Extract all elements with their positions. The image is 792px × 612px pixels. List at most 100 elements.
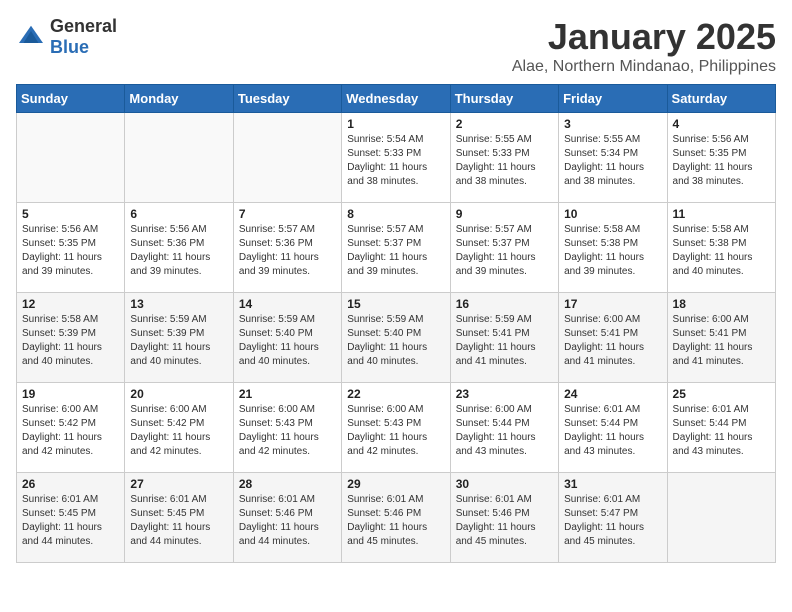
day-info: Sunrise: 5:58 AMSunset: 5:38 PMDaylight:… (673, 223, 770, 279)
day-info: Sunrise: 5:58 AMSunset: 5:39 PMDaylight:… (22, 313, 119, 369)
calendar-cell: 7 Sunrise: 5:57 AMSunset: 5:36 PMDaylight… (233, 203, 341, 293)
calendar-cell: 28 Sunrise: 6:01 AMSunset: 5:46 PMDayligh… (233, 473, 341, 563)
day-number: 29 (347, 477, 444, 491)
day-info: Sunrise: 5:58 AMSunset: 5:38 PMDaylight:… (564, 223, 661, 279)
calendar-cell: 6 Sunrise: 5:56 AMSunset: 5:36 PMDaylight… (125, 203, 233, 293)
day-info: Sunrise: 5:57 AMSunset: 5:36 PMDaylight:… (239, 223, 336, 279)
day-number: 3 (564, 117, 661, 131)
day-number: 1 (347, 117, 444, 131)
day-info: Sunrise: 6:01 AMSunset: 5:45 PMDaylight:… (22, 493, 119, 549)
logo: General Blue (16, 16, 117, 58)
day-info: Sunrise: 5:56 AMSunset: 5:35 PMDaylight:… (22, 223, 119, 279)
day-info: Sunrise: 5:54 AMSunset: 5:33 PMDaylight:… (347, 133, 444, 189)
calendar-cell: 12Sunrise: 5:58 AMSunset: 5:39 PMDayligh… (17, 293, 125, 383)
calendar-cell (125, 113, 233, 203)
day-number: 7 (239, 207, 336, 221)
calendar-cell: 27Sunrise: 6:01 AMSunset: 5:45 PMDayligh… (125, 473, 233, 563)
calendar-cell: 5 Sunrise: 5:56 AMSunset: 5:35 PMDaylight… (17, 203, 125, 293)
title-area: January 2025 Alae, Northern Mindanao, Ph… (512, 16, 776, 76)
day-number: 31 (564, 477, 661, 491)
day-info: Sunrise: 6:00 AMSunset: 5:43 PMDaylight:… (347, 403, 444, 459)
calendar-cell: 19 Sunrise: 6:00 AMSunset: 5:42 PMDayligh… (17, 383, 125, 473)
calendar-cell: 9 Sunrise: 5:57 AMSunset: 5:37 PMDaylight… (450, 203, 558, 293)
calendar-cell: 31 Sunrise: 6:01 AMSunset: 5:47 PMDayligh… (559, 473, 667, 563)
logo-general: General (50, 16, 117, 36)
day-info: Sunrise: 6:01 AMSunset: 5:46 PMDaylight:… (347, 493, 444, 549)
day-number: 2 (456, 117, 553, 131)
days-header-row: SundayMondayTuesdayWednesdayThursdayFrid… (17, 85, 776, 113)
week-row-5: 26Sunrise: 6:01 AMSunset: 5:45 PMDayligh… (17, 473, 776, 563)
day-info: Sunrise: 5:55 AMSunset: 5:33 PMDaylight:… (456, 133, 553, 189)
day-number: 16 (456, 297, 553, 311)
logo-text: General Blue (50, 16, 117, 58)
calendar-table: SundayMondayTuesdayWednesdayThursdayFrid… (16, 84, 776, 563)
day-number: 14 (239, 297, 336, 311)
calendar-cell (667, 473, 775, 563)
calendar-cell: 15Sunrise: 5:59 AMSunset: 5:40 PMDayligh… (342, 293, 450, 383)
calendar-cell: 17 Sunrise: 6:00 AMSunset: 5:41 PMDayligh… (559, 293, 667, 383)
day-info: Sunrise: 6:01 AMSunset: 5:44 PMDaylight:… (564, 403, 661, 459)
day-info: Sunrise: 6:00 AMSunset: 5:43 PMDaylight:… (239, 403, 336, 459)
day-info: Sunrise: 6:00 AMSunset: 5:42 PMDaylight:… (22, 403, 119, 459)
day-number: 25 (673, 387, 770, 401)
week-row-1: 1 Sunrise: 5:54 AMSunset: 5:33 PMDaylight… (17, 113, 776, 203)
week-row-4: 19 Sunrise: 6:00 AMSunset: 5:42 PMDayligh… (17, 383, 776, 473)
day-header-thursday: Thursday (450, 85, 558, 113)
day-number: 20 (130, 387, 227, 401)
day-number: 9 (456, 207, 553, 221)
calendar-cell: 20 Sunrise: 6:00 AMSunset: 5:42 PMDayligh… (125, 383, 233, 473)
day-number: 18 (673, 297, 770, 311)
day-number: 17 (564, 297, 661, 311)
calendar-cell (17, 113, 125, 203)
day-header-friday: Friday (559, 85, 667, 113)
day-number: 13 (130, 297, 227, 311)
day-info: Sunrise: 5:56 AMSunset: 5:36 PMDaylight:… (130, 223, 227, 279)
calendar-cell: 2 Sunrise: 5:55 AMSunset: 5:33 PMDaylight… (450, 113, 558, 203)
day-info: Sunrise: 5:56 AMSunset: 5:35 PMDaylight:… (673, 133, 770, 189)
day-number: 23 (456, 387, 553, 401)
calendar-cell: 13Sunrise: 5:59 AMSunset: 5:39 PMDayligh… (125, 293, 233, 383)
calendar-cell: 16 Sunrise: 5:59 AMSunset: 5:41 PMDayligh… (450, 293, 558, 383)
page-header: General Blue January 2025 Alae, Northern… (16, 16, 776, 76)
day-info: Sunrise: 5:57 AMSunset: 5:37 PMDaylight:… (347, 223, 444, 279)
day-number: 15 (347, 297, 444, 311)
day-info: Sunrise: 6:00 AMSunset: 5:41 PMDaylight:… (564, 313, 661, 369)
location-title: Alae, Northern Mindanao, Philippines (512, 58, 776, 76)
day-info: Sunrise: 6:00 AMSunset: 5:42 PMDaylight:… (130, 403, 227, 459)
calendar-cell: 10Sunrise: 5:58 AMSunset: 5:38 PMDayligh… (559, 203, 667, 293)
day-header-monday: Monday (125, 85, 233, 113)
calendar-cell: 1 Sunrise: 5:54 AMSunset: 5:33 PMDaylight… (342, 113, 450, 203)
day-info: Sunrise: 6:00 AMSunset: 5:44 PMDaylight:… (456, 403, 553, 459)
week-row-2: 5 Sunrise: 5:56 AMSunset: 5:35 PMDaylight… (17, 203, 776, 293)
day-info: Sunrise: 6:01 AMSunset: 5:46 PMDaylight:… (239, 493, 336, 549)
logo-blue: Blue (50, 37, 89, 57)
day-number: 5 (22, 207, 119, 221)
day-info: Sunrise: 6:00 AMSunset: 5:41 PMDaylight:… (673, 313, 770, 369)
day-number: 8 (347, 207, 444, 221)
day-number: 24 (564, 387, 661, 401)
day-header-saturday: Saturday (667, 85, 775, 113)
day-header-sunday: Sunday (17, 85, 125, 113)
day-info: Sunrise: 5:59 AMSunset: 5:41 PMDaylight:… (456, 313, 553, 369)
day-header-tuesday: Tuesday (233, 85, 341, 113)
calendar-cell: 8 Sunrise: 5:57 AMSunset: 5:37 PMDaylight… (342, 203, 450, 293)
day-info: Sunrise: 6:01 AMSunset: 5:47 PMDaylight:… (564, 493, 661, 549)
calendar-cell (233, 113, 341, 203)
week-row-3: 12Sunrise: 5:58 AMSunset: 5:39 PMDayligh… (17, 293, 776, 383)
day-header-wednesday: Wednesday (342, 85, 450, 113)
calendar-cell: 29 Sunrise: 6:01 AMSunset: 5:46 PMDayligh… (342, 473, 450, 563)
month-title: January 2025 (512, 16, 776, 58)
calendar-cell: 24 Sunrise: 6:01 AMSunset: 5:44 PMDayligh… (559, 383, 667, 473)
calendar-cell: 3Sunrise: 5:55 AMSunset: 5:34 PMDaylight… (559, 113, 667, 203)
calendar-cell: 26Sunrise: 6:01 AMSunset: 5:45 PMDayligh… (17, 473, 125, 563)
day-info: Sunrise: 5:57 AMSunset: 5:37 PMDaylight:… (456, 223, 553, 279)
day-number: 6 (130, 207, 227, 221)
calendar-cell: 21 Sunrise: 6:00 AMSunset: 5:43 PMDayligh… (233, 383, 341, 473)
day-info: Sunrise: 6:01 AMSunset: 5:44 PMDaylight:… (673, 403, 770, 459)
day-info: Sunrise: 5:59 AMSunset: 5:40 PMDaylight:… (239, 313, 336, 369)
calendar-cell: 23 Sunrise: 6:00 AMSunset: 5:44 PMDayligh… (450, 383, 558, 473)
day-number: 19 (22, 387, 119, 401)
day-number: 21 (239, 387, 336, 401)
day-number: 28 (239, 477, 336, 491)
calendar-cell: 25 Sunrise: 6:01 AMSunset: 5:44 PMDayligh… (667, 383, 775, 473)
